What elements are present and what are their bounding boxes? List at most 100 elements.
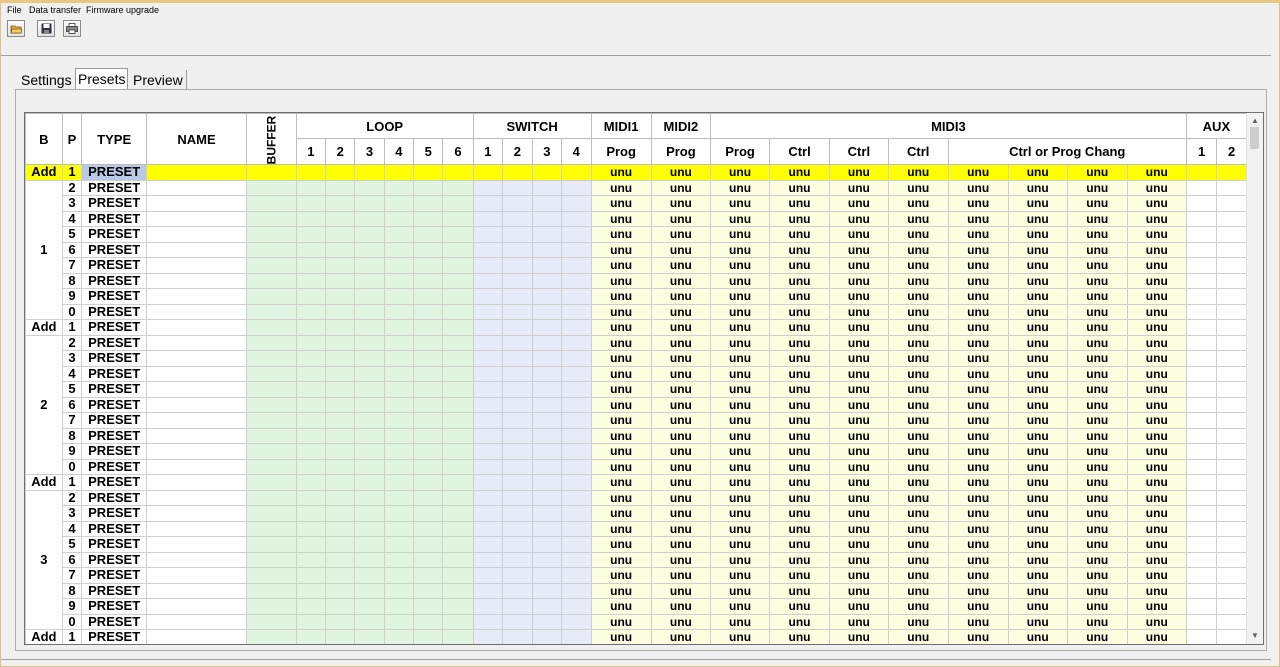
midi-value-cell[interactable]: unu bbox=[947, 164, 1009, 181]
midi-value-cell[interactable]: unu bbox=[590, 195, 652, 212]
switch-cell[interactable] bbox=[561, 303, 592, 320]
midi-value-cell[interactable]: unu bbox=[650, 179, 712, 196]
loop-cell[interactable] bbox=[295, 505, 327, 522]
midi-value-cell[interactable]: unu bbox=[650, 443, 712, 460]
midi-value-cell[interactable]: unu bbox=[887, 195, 949, 212]
preset-name-cell[interactable] bbox=[145, 551, 248, 568]
midi-value-cell[interactable]: unu bbox=[709, 195, 771, 212]
aux-cell[interactable] bbox=[1185, 443, 1218, 460]
switch-cell[interactable] bbox=[502, 226, 533, 243]
midi-value-cell[interactable]: unu bbox=[709, 257, 771, 274]
switch-cell[interactable] bbox=[502, 365, 533, 382]
loop-cell[interactable] bbox=[354, 288, 385, 305]
midi-value-cell[interactable]: unu bbox=[1126, 520, 1187, 537]
midi-value-cell[interactable]: unu bbox=[769, 210, 830, 227]
switch-cell[interactable] bbox=[561, 350, 592, 367]
midi-value-cell[interactable]: unu bbox=[828, 257, 889, 274]
switch-cell[interactable] bbox=[561, 288, 592, 305]
switch-cell[interactable] bbox=[472, 629, 504, 644]
menu-firmware-upgrade[interactable]: Firmware upgrade bbox=[86, 5, 159, 15]
aux-cell[interactable] bbox=[1216, 443, 1247, 460]
preset-type-cell[interactable]: PRESET bbox=[81, 412, 147, 429]
loop-cell[interactable] bbox=[295, 288, 327, 305]
midi-value-cell[interactable]: unu bbox=[828, 474, 889, 491]
preset-name-cell[interactable] bbox=[145, 629, 248, 644]
midi-value-cell[interactable]: unu bbox=[590, 427, 652, 444]
midi-value-cell[interactable]: unu bbox=[1066, 288, 1128, 305]
loop-cell[interactable] bbox=[325, 458, 356, 475]
midi-value-cell[interactable]: unu bbox=[769, 598, 830, 615]
midi-value-cell[interactable]: unu bbox=[769, 613, 830, 630]
preset-type-cell[interactable]: PRESET bbox=[81, 551, 147, 568]
midi-value-cell[interactable]: unu bbox=[1007, 629, 1068, 644]
table-row[interactable]: 8 PRESET unu unu unu unu unu unu unu unu unu unu bbox=[26, 582, 1247, 599]
midi-value-cell[interactable]: unu bbox=[828, 365, 889, 382]
preset-type-cell[interactable]: PRESET bbox=[81, 272, 147, 289]
midi-value-cell[interactable]: unu bbox=[828, 179, 889, 196]
switch-cell[interactable] bbox=[502, 272, 533, 289]
midi-value-cell[interactable]: unu bbox=[1066, 226, 1128, 243]
midi-value-cell[interactable]: unu bbox=[947, 179, 1009, 196]
aux-cell[interactable] bbox=[1216, 272, 1247, 289]
preset-name-cell[interactable] bbox=[145, 458, 248, 475]
midi-value-cell[interactable]: unu bbox=[828, 334, 889, 351]
loop-cell[interactable] bbox=[325, 505, 356, 522]
loop-cell[interactable] bbox=[383, 365, 415, 382]
preset-type-cell[interactable]: PRESET bbox=[81, 629, 147, 644]
table-row[interactable]: 1 2 PRESET unu unu unu unu unu unu unu unu unu unu bbox=[25, 179, 1247, 320]
aux-cell[interactable] bbox=[1185, 195, 1218, 212]
switch-cell[interactable] bbox=[531, 288, 563, 305]
preset-name-cell[interactable] bbox=[145, 443, 248, 460]
loop-cell[interactable] bbox=[325, 443, 356, 460]
switch-cell[interactable] bbox=[472, 303, 504, 320]
midi-value-cell[interactable]: unu bbox=[1007, 164, 1068, 181]
midi-value-cell[interactable]: unu bbox=[887, 381, 949, 398]
midi-value-cell[interactable]: unu bbox=[650, 272, 712, 289]
midi-value-cell[interactable]: unu bbox=[1007, 257, 1068, 274]
aux-cell[interactable] bbox=[1185, 365, 1218, 382]
switch-cell[interactable] bbox=[472, 412, 504, 429]
midi-value-cell[interactable]: unu bbox=[590, 350, 652, 367]
loop-cell[interactable] bbox=[383, 489, 415, 506]
midi-value-cell[interactable]: unu bbox=[769, 272, 830, 289]
loop-cell[interactable] bbox=[295, 334, 327, 351]
preset-type-cell[interactable]: PRESET bbox=[81, 474, 147, 491]
loop-cell[interactable] bbox=[383, 520, 415, 537]
switch-cell[interactable] bbox=[561, 551, 592, 568]
aux-cell[interactable] bbox=[1185, 629, 1218, 644]
switch-cell[interactable] bbox=[502, 288, 533, 305]
midi-value-cell[interactable]: unu bbox=[769, 551, 830, 568]
loop-cell[interactable] bbox=[354, 505, 385, 522]
buffer-cell[interactable] bbox=[246, 226, 297, 243]
preset-name-cell[interactable] bbox=[145, 334, 248, 351]
aux-cell[interactable] bbox=[1216, 427, 1247, 444]
preset-name-cell[interactable] bbox=[145, 505, 248, 522]
switch-cell[interactable] bbox=[561, 582, 592, 599]
switch-cell[interactable] bbox=[472, 520, 504, 537]
midi-value-cell[interactable]: unu bbox=[828, 272, 889, 289]
midi-value-cell[interactable]: unu bbox=[769, 458, 830, 475]
table-row[interactable]: Add 1 PRESET unu unu unu unu unu unu unu unu unu unu bbox=[25, 629, 1247, 644]
aux-cell[interactable] bbox=[1185, 241, 1218, 258]
midi-value-cell[interactable]: unu bbox=[1066, 334, 1128, 351]
midi-value-cell[interactable]: unu bbox=[887, 179, 949, 196]
midi-value-cell[interactable]: unu bbox=[590, 474, 652, 491]
switch-cell[interactable] bbox=[502, 629, 533, 644]
switch-cell[interactable] bbox=[531, 195, 563, 212]
midi-value-cell[interactable]: unu bbox=[1066, 567, 1128, 584]
midi-value-cell[interactable]: unu bbox=[650, 505, 712, 522]
loop-cell[interactable] bbox=[295, 226, 327, 243]
loop-cell[interactable] bbox=[325, 567, 356, 584]
loop-cell[interactable] bbox=[383, 474, 415, 491]
loop-cell[interactable] bbox=[295, 613, 327, 630]
preset-name-cell[interactable] bbox=[145, 257, 248, 274]
loop-cell[interactable] bbox=[354, 272, 385, 289]
midi-value-cell[interactable]: unu bbox=[1066, 272, 1128, 289]
switch-cell[interactable] bbox=[531, 226, 563, 243]
midi-value-cell[interactable]: unu bbox=[828, 195, 889, 212]
midi-value-cell[interactable]: unu bbox=[1007, 303, 1068, 320]
midi-value-cell[interactable]: unu bbox=[1007, 598, 1068, 615]
aux-cell[interactable] bbox=[1185, 164, 1218, 181]
midi-value-cell[interactable]: unu bbox=[1007, 288, 1068, 305]
midi-value-cell[interactable]: unu bbox=[590, 319, 652, 336]
